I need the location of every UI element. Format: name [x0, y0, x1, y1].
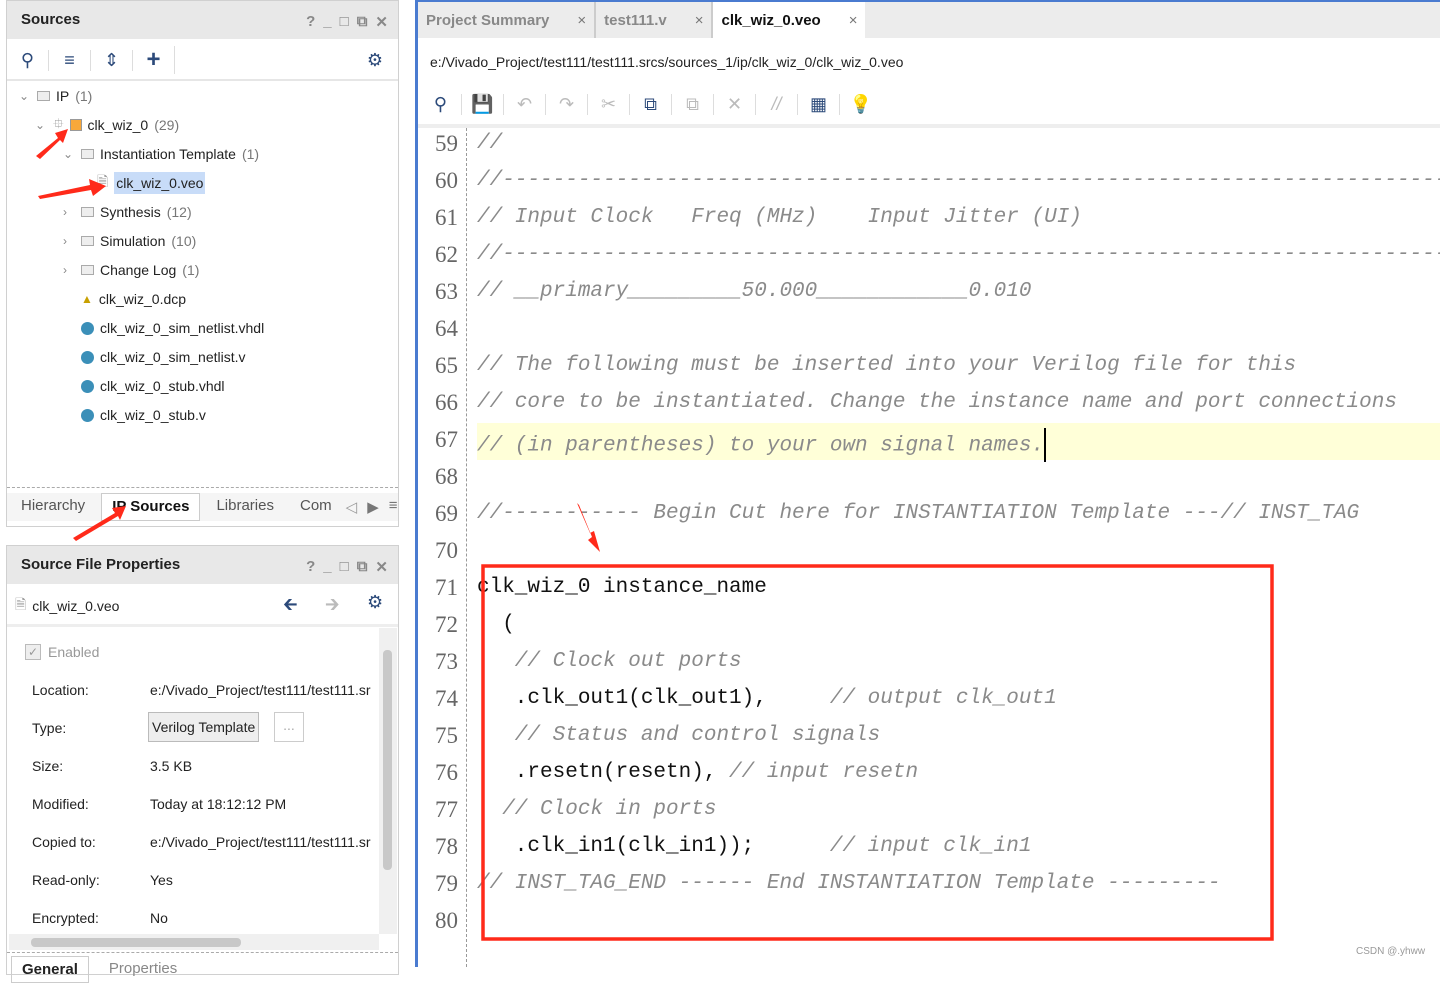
arrow-annotation — [36, 129, 68, 159]
arrow-annotation — [577, 503, 600, 552]
highlight-box — [481, 564, 1274, 941]
arrow-annotation — [73, 506, 126, 541]
annotation-layer — [36, 129, 1274, 941]
watermark: CSDN @.yhww — [1356, 946, 1426, 957]
arrow-annotation — [38, 179, 106, 199]
